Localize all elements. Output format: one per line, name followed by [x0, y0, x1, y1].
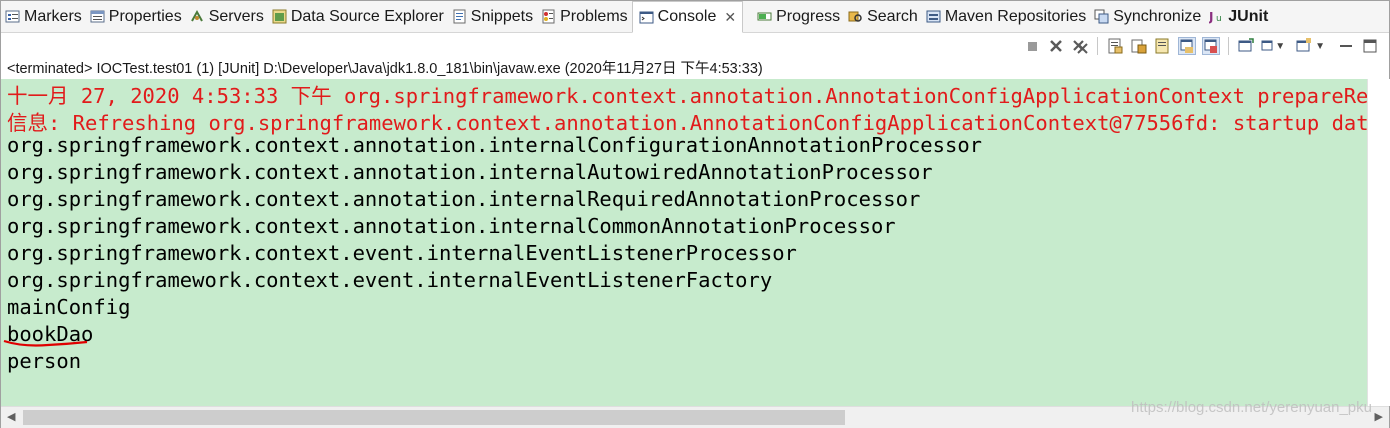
console-line: 十一月 27, 2020 4:53:33 下午 org.springframew…	[7, 84, 1367, 108]
chevron-down-icon[interactable]: ▼	[1275, 41, 1285, 52]
data-source-icon	[272, 9, 287, 24]
tab-problems[interactable]: Problems	[537, 1, 632, 32]
console-view: Markers Properties Servers Data Source E…	[0, 0, 1390, 428]
tab-junit[interactable]: Ju JUnit	[1205, 1, 1272, 32]
console-line: org.springframework.context.annotation.i…	[7, 187, 921, 211]
display-selected-console-icon[interactable]	[1237, 37, 1255, 55]
tab-snippets[interactable]: Snippets	[448, 1, 537, 32]
maximize-icon[interactable]	[1361, 37, 1379, 55]
synchronize-icon	[1094, 9, 1109, 24]
remove-all-icon[interactable]	[1071, 37, 1089, 55]
tab-servers[interactable]: Servers	[186, 1, 268, 32]
markers-icon	[5, 9, 20, 24]
tab-maven-repositories[interactable]: Maven Repositories	[922, 1, 1090, 32]
console-line: org.springframework.context.annotation.i…	[7, 160, 933, 184]
tab-console[interactable]: Console ✕	[631, 1, 744, 33]
scroll-right-icon[interactable]: ▶	[1375, 410, 1383, 423]
scroll-lock-icon[interactable]	[1130, 37, 1148, 55]
console-toolbar: ▼ ▼	[1017, 37, 1379, 55]
chevron-down-icon[interactable]: ▼	[1315, 41, 1325, 52]
tab-properties[interactable]: Properties	[86, 1, 186, 32]
console-line: org.springframework.context.annotation.i…	[7, 133, 983, 157]
tab-synchronize[interactable]: Synchronize	[1090, 1, 1205, 32]
close-icon[interactable]: ✕	[724, 9, 736, 26]
scrollbar-thumb[interactable]	[23, 410, 845, 425]
junit-icon: Ju	[1208, 9, 1224, 24]
word-wrap-icon[interactable]	[1154, 37, 1172, 55]
view-tab-bar: Markers Properties Servers Data Source E…	[1, 1, 1389, 33]
search-icon	[848, 9, 863, 24]
snippets-icon	[452, 9, 467, 24]
red-underline-annotation	[3, 339, 88, 347]
servers-icon	[190, 9, 205, 24]
remove-launch-icon[interactable]	[1047, 37, 1065, 55]
progress-icon	[757, 9, 772, 24]
svg-text:J: J	[1209, 10, 1213, 24]
terminate-icon[interactable]	[1023, 37, 1041, 55]
scroll-left-icon[interactable]: ◀	[7, 410, 15, 423]
problems-icon	[541, 9, 556, 24]
minimize-icon[interactable]	[1337, 37, 1355, 55]
clear-console-icon[interactable]	[1106, 37, 1124, 55]
tab-markers[interactable]: Markers	[1, 1, 86, 32]
new-console-icon[interactable]	[1295, 37, 1313, 55]
watermark: https://blog.csdn.net/yerenyuan_pku	[1131, 399, 1372, 416]
console-icon	[639, 10, 654, 25]
toolbar-separator	[1097, 37, 1099, 55]
console-line: org.springframework.context.annotation.i…	[7, 214, 896, 238]
maven-icon	[926, 9, 941, 24]
svg-text:u: u	[1216, 14, 1222, 24]
open-console-icon[interactable]	[1261, 37, 1273, 55]
console-line: org.springframework.context.event.intern…	[7, 241, 797, 265]
pin-console-icon[interactable]	[1178, 37, 1197, 55]
properties-icon	[90, 9, 105, 24]
console-line: 信息: Refreshing org.springframework.conte…	[7, 111, 1367, 135]
tab-data-source-explorer[interactable]: Data Source Explorer	[268, 1, 448, 32]
show-console-icon[interactable]	[1202, 37, 1221, 55]
tab-progress[interactable]: Progress	[753, 1, 844, 32]
tab-search[interactable]: Search	[844, 1, 922, 32]
console-line: person	[7, 349, 82, 373]
console-line: org.springframework.context.event.intern…	[7, 268, 773, 292]
toolbar-separator	[1228, 37, 1230, 55]
console-output[interactable]: 十一月 27, 2020 4:53:33 下午 org.springframew…	[1, 79, 1367, 406]
console-title: <terminated> IOCTest.test01 (1) [JUnit] …	[7, 61, 763, 77]
console-header: <terminated> IOCTest.test01 (1) [JUnit] …	[1, 33, 1389, 79]
vertical-scrollbar[interactable]	[1367, 79, 1390, 406]
console-line: mainConfig	[7, 295, 131, 319]
